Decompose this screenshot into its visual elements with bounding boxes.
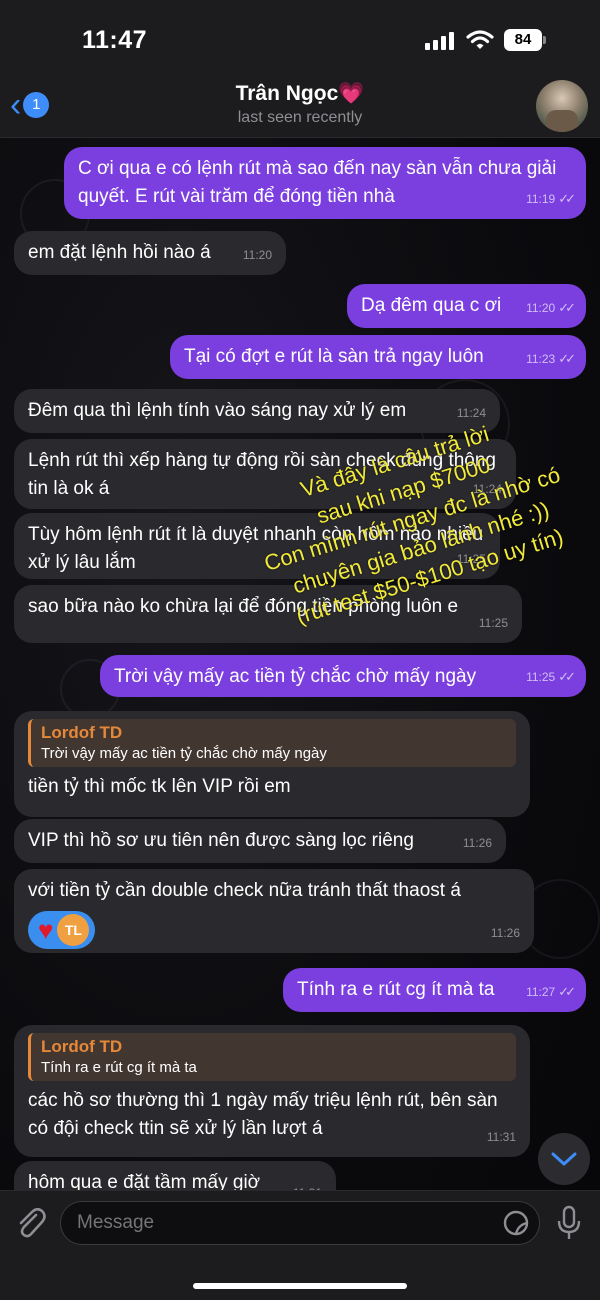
contact-name: Trân Ngọc💗 bbox=[235, 82, 365, 105]
battery-icon: 84 bbox=[504, 29, 542, 51]
phone-screen: 11:47 84 ‹ 1 Trân Ngọc💗 last seen recent… bbox=[0, 0, 600, 1300]
message-text: Tính ra e rút cg ít mà ta bbox=[297, 979, 495, 1000]
message-text: VIP thì hồ sơ ưu tiên nên được sàng lọc … bbox=[28, 830, 414, 851]
message-text: Dạ đêm qua c ơi bbox=[361, 295, 502, 316]
paperclip-icon[interactable] bbox=[14, 1205, 46, 1241]
message-text: các hồ sơ thường thì 1 ngày mấy triệu lệ… bbox=[28, 1090, 498, 1139]
message-text: em đặt lệnh hồi nào á bbox=[28, 242, 211, 263]
heart-icon: ♥ bbox=[38, 915, 54, 945]
home-indicator bbox=[193, 1283, 407, 1289]
contact-status: last seen recently bbox=[237, 109, 363, 126]
outgoing-message[interactable]: C ơi qua e có lệnh rút mà sao đến nay sà… bbox=[64, 147, 586, 219]
outgoing-message[interactable]: Tại có đợt e rút là sàn trả ngay luôn 11… bbox=[170, 335, 586, 379]
reply-author: Lordof TD bbox=[41, 1037, 123, 1056]
outgoing-message[interactable]: Dạ đêm qua c ơi 11:20 ✓✓ bbox=[347, 284, 586, 328]
reply-text: Trời vậy mấy ac tiền tỷ chắc chờ mấy ngà… bbox=[41, 745, 327, 762]
chat-title-area[interactable]: Trân Ngọc💗 last seen recently bbox=[0, 82, 600, 127]
signal-icon bbox=[425, 32, 454, 50]
message-text: với tiền tỷ cần double check nữa tránh t… bbox=[28, 880, 461, 901]
incoming-message[interactable]: VIP thì hồ sơ ưu tiên nên được sàng lọc … bbox=[14, 819, 506, 863]
message-meta: 11:26 bbox=[462, 836, 492, 850]
reply-author: Lordof TD bbox=[41, 723, 123, 742]
message-meta: 11:31 bbox=[293, 1179, 322, 1190]
message-meta: 11:25 ✓✓ bbox=[526, 669, 576, 684]
battery-tip bbox=[543, 36, 546, 44]
outgoing-message[interactable]: Trời vậy mấy ac tiền tỷ chắc chờ mấy ngà… bbox=[100, 655, 586, 697]
reactions: ♥ TL bbox=[28, 911, 520, 949]
message-meta: 11:23 ✓✓ bbox=[526, 351, 576, 366]
message-meta: 11:31 bbox=[486, 1130, 516, 1144]
message-text: C ơi qua e có lệnh rút mà sao đến nay sà… bbox=[78, 158, 557, 207]
reply-text: Tính ra e rút cg ít mà ta bbox=[41, 1059, 197, 1076]
message-meta: 11:27 ✓✓ bbox=[526, 984, 576, 999]
message-text: Đêm qua thì lệnh tính vào sáng nay xử lý… bbox=[28, 400, 407, 421]
incoming-message[interactable]: với tiền tỷ cần double check nữa tránh t… bbox=[14, 869, 534, 953]
status-time: 11:47 bbox=[82, 26, 148, 54]
message-meta: 11:20 ✓✓ bbox=[526, 300, 576, 315]
incoming-message[interactable]: em đặt lệnh hồi nào á 11:20 bbox=[14, 231, 286, 275]
chat-area[interactable]: C ơi qua e có lệnh rút mà sao đến nay sà… bbox=[0, 139, 600, 1190]
sticker-icon[interactable] bbox=[502, 1209, 530, 1237]
message-input[interactable] bbox=[60, 1201, 540, 1245]
reaction-chip[interactable]: ♥ TL bbox=[28, 911, 96, 949]
reactor-avatar: TL bbox=[57, 914, 90, 946]
message-meta: 11:26 bbox=[490, 926, 520, 940]
chat-header: ‹ 1 Trân Ngọc💗 last seen recently bbox=[0, 80, 600, 138]
incoming-message[interactable]: Lordof TD Trời vậy mấy ac tiền tỷ chắc c… bbox=[14, 711, 530, 817]
microphone-icon[interactable] bbox=[556, 1205, 582, 1241]
message-meta: 11:19 ✓✓ bbox=[526, 191, 576, 206]
reply-quote[interactable]: Lordof TD Tính ra e rút cg ít mà ta bbox=[28, 1033, 516, 1081]
reply-quote[interactable]: Lordof TD Trời vậy mấy ac tiền tỷ chắc c… bbox=[28, 719, 516, 767]
message-text: tiền tỷ thì mốc tk lên VIP rồi em bbox=[28, 776, 291, 797]
heart-emoji: 💗 bbox=[338, 82, 365, 105]
wifi-icon bbox=[466, 30, 494, 49]
message-meta: 11:20 bbox=[242, 248, 272, 262]
avatar[interactable] bbox=[536, 80, 588, 132]
message-text: hôm qua e đặt tầm mấy giờ bbox=[28, 1172, 261, 1190]
incoming-message[interactable]: hôm qua e đặt tầm mấy giờ 11:31 bbox=[14, 1161, 336, 1190]
message-meta: 11:25 bbox=[478, 616, 508, 630]
incoming-message[interactable]: Lordof TD Tính ra e rút cg ít mà ta các … bbox=[14, 1025, 530, 1157]
message-text: Tại có đợt e rút là sàn trả ngay luôn bbox=[184, 346, 484, 367]
incoming-message[interactable]: Đêm qua thì lệnh tính vào sáng nay xử lý… bbox=[14, 389, 500, 433]
status-bar: 11:47 84 bbox=[0, 0, 600, 80]
scroll-down-icon bbox=[551, 1152, 577, 1166]
outgoing-message[interactable]: Tính ra e rút cg ít mà ta 11:27 ✓✓ bbox=[283, 968, 586, 1012]
message-text: Trời vậy mấy ac tiền tỷ chắc chờ mấy ngà… bbox=[114, 666, 477, 687]
scroll-down-button[interactable] bbox=[538, 1133, 590, 1185]
